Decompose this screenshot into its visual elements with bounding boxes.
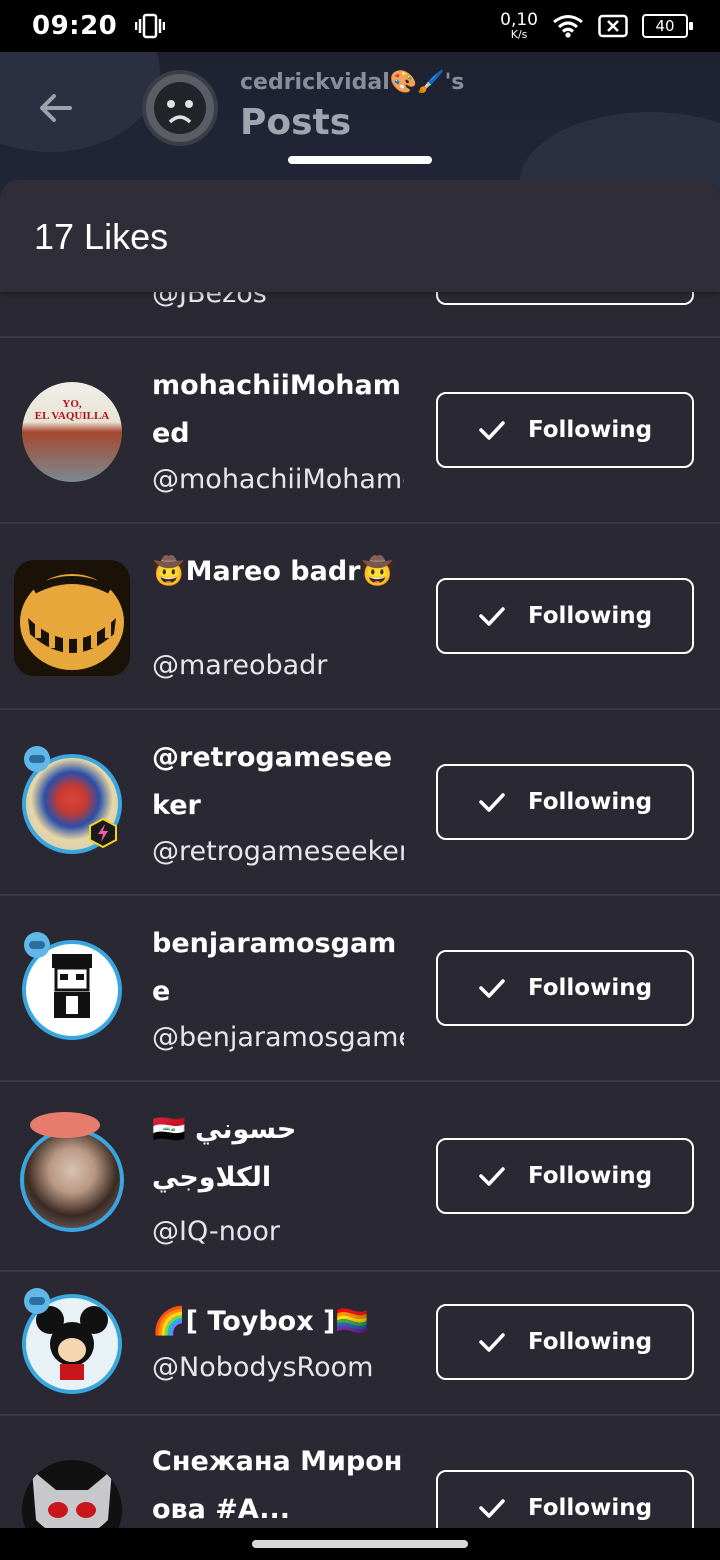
- vibrate-icon: [135, 13, 166, 39]
- back-arrow-icon[interactable]: [36, 88, 76, 128]
- avatar[interactable]: [20, 1128, 124, 1232]
- decor-blob: [0, 52, 160, 152]
- profile-avatar[interactable]: [142, 70, 218, 146]
- user-display-name: benjaramosgame: [152, 928, 397, 1007]
- sad-face-icon: [154, 82, 206, 134]
- user-handle: @NobodysRoom: [152, 1352, 374, 1383]
- controller-badge-icon: [24, 1288, 50, 1314]
- list-item[interactable]: Снежана Миронова #A... Following: [0, 1416, 720, 1528]
- check-icon: [479, 421, 505, 440]
- check-icon: [479, 979, 505, 998]
- page-title: Posts: [240, 102, 352, 143]
- user-display-name: حسوني 🇮🇶 الكلاوجي: [152, 1114, 297, 1193]
- sheet-drag-handle[interactable]: [288, 156, 432, 164]
- controller-badge-icon: [24, 932, 50, 958]
- user-display-name: 🌈[ Toybox ]🏳️‍🌈: [152, 1306, 369, 1337]
- user-display-name: mohachiiMohamed: [152, 370, 401, 449]
- list-item[interactable]: 🌈[ Toybox ]🏳️‍🌈 @NobodysRoom Following: [0, 1272, 720, 1416]
- list-item[interactable]: 🤠Mareo badr🤠 @mareobadr Following: [0, 524, 720, 710]
- sheet-header: 17 Likes: [0, 180, 720, 292]
- user-display-name: 🤠Mareo badr🤠: [152, 556, 395, 587]
- status-time: 09:20: [32, 11, 118, 41]
- status-bar: 09:20 0,10 K/s 40: [0, 0, 720, 52]
- list-item[interactable]: @retrogameseeker @retrogameseeker Follow…: [0, 710, 720, 896]
- check-icon: [479, 793, 505, 812]
- system-nav-bar: [0, 1528, 720, 1560]
- user-handle: @retrogameseeker: [152, 836, 404, 867]
- battery-icon: 40: [642, 14, 693, 38]
- profile-username: cedrickvidal🎨🖌️'s: [240, 70, 465, 95]
- list-item[interactable]: benjaramosgame @benjaramosgame Following: [0, 896, 720, 1082]
- following-button[interactable]: Following: [436, 578, 694, 654]
- user-handle: @mareobadr: [152, 650, 328, 681]
- avatar[interactable]: [22, 1460, 122, 1528]
- check-icon: [479, 607, 505, 626]
- likes-sheet: 17 Likes @JBezos YO, EL VAQUILLA mohachii…: [0, 180, 720, 1528]
- check-icon: [479, 1499, 505, 1518]
- following-button[interactable]: Following: [436, 764, 694, 840]
- avatar[interactable]: [14, 560, 130, 676]
- grin-mask-icon: [20, 574, 124, 670]
- lightning-badge-icon: [89, 818, 117, 848]
- following-button[interactable]: Following: [436, 1138, 694, 1214]
- controller-badge-icon: [24, 746, 50, 772]
- avatar-decoration: [30, 1112, 100, 1138]
- cat-mask-icon: [32, 1470, 112, 1528]
- wifi-icon: [553, 15, 583, 38]
- following-button[interactable]: Following: [436, 1304, 694, 1380]
- home-gesture-pill[interactable]: [252, 1540, 468, 1548]
- list-item[interactable]: YO, EL VAQUILLA mohachiiMohamed @mohachii…: [0, 338, 720, 524]
- user-display-name: Снежана Миронова #A...: [152, 1446, 403, 1525]
- following-button[interactable]: Following: [436, 950, 694, 1026]
- avatar[interactable]: YO, EL VAQUILLA: [22, 382, 122, 482]
- following-button[interactable]: Following: [436, 1470, 694, 1528]
- user-handle: @IQ-noor: [152, 1216, 280, 1247]
- network-speed: 0,10 K/s: [500, 10, 538, 41]
- no-sim-icon: [598, 14, 628, 38]
- check-icon: [479, 1333, 505, 1352]
- following-button[interactable]: Following: [436, 392, 694, 468]
- user-handle: @benjaramosgame: [152, 1022, 404, 1053]
- check-icon: [479, 1167, 505, 1186]
- user-handle: @mohachiiMohamed: [152, 464, 404, 495]
- list-item[interactable]: حسوني 🇮🇶 الكلاوجي @IQ-noor Following: [0, 1082, 720, 1272]
- user-display-name: @retrogameseeker: [152, 742, 393, 821]
- likes-count-title: 17 Likes: [34, 216, 169, 257]
